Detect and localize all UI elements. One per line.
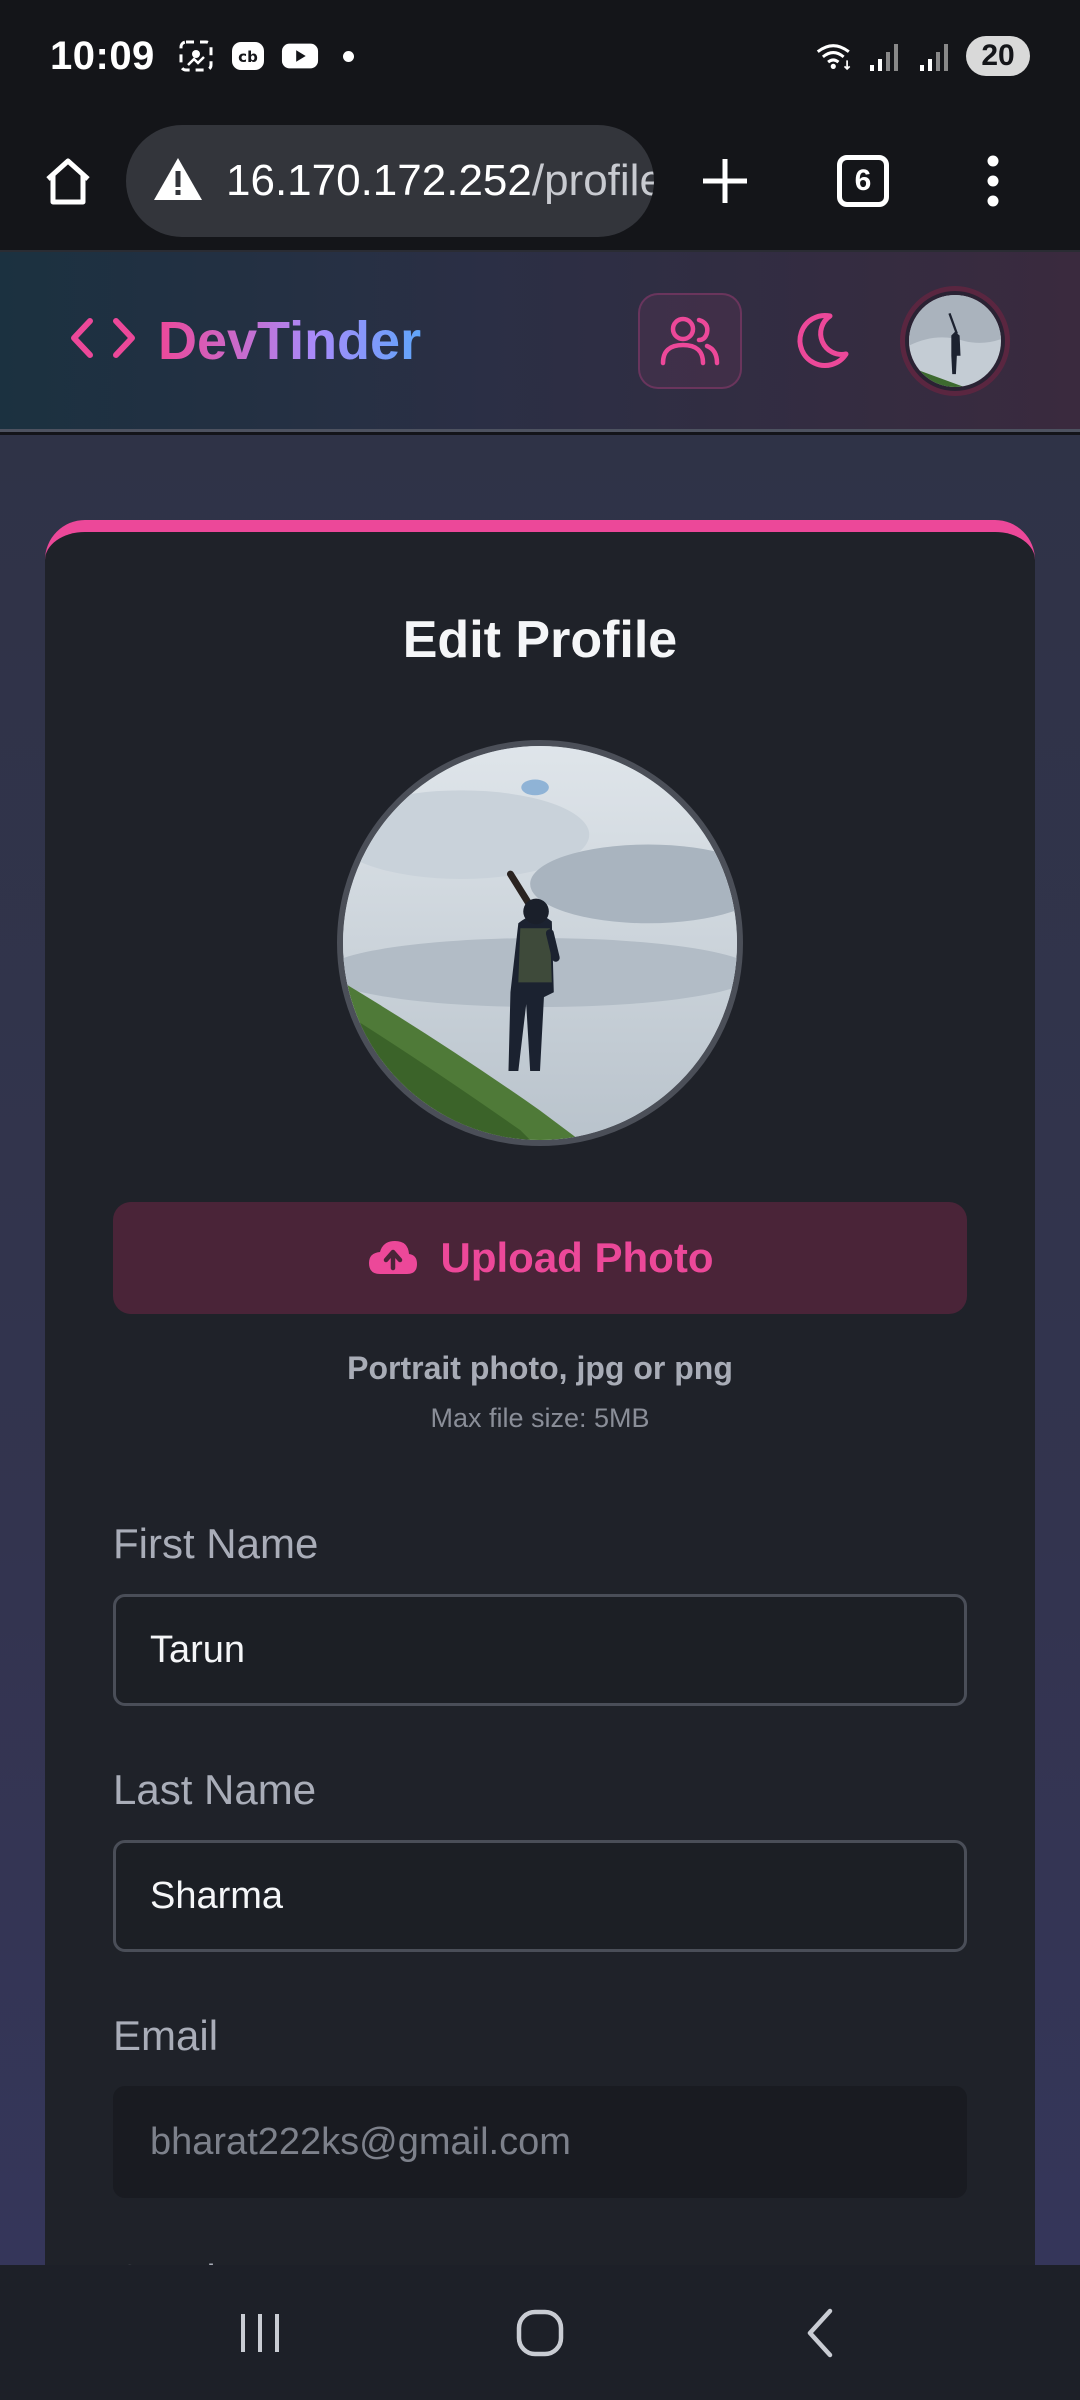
home-circle-icon [516, 2309, 564, 2356]
first-name-group: First Name Tarun [113, 1520, 967, 1706]
status-notification-icons: cb [177, 39, 354, 73]
youtube-icon [281, 39, 319, 73]
battery-indicator: 20 [966, 36, 1030, 76]
home-nav-button[interactable] [490, 2283, 590, 2383]
cloud-upload-icon [368, 1241, 417, 1274]
wifi-icon [816, 39, 854, 73]
last-name-input[interactable]: Sharma [113, 1840, 967, 1952]
email-group: Email bharat222ks@gmail.com [113, 2012, 967, 2198]
moon-icon [797, 312, 849, 368]
profile-photo-image [343, 746, 737, 1140]
signal-icon-2 [916, 39, 954, 73]
recent-apps-button[interactable] [210, 2283, 310, 2383]
url-path: /profile [531, 156, 654, 205]
svg-text:cb: cb [238, 48, 258, 66]
tab-count: 6 [837, 155, 889, 207]
users-icon [660, 316, 720, 365]
photo-hint: Portrait photo, jpg or png [347, 1350, 733, 1386]
brand-name: DevTinder [158, 310, 422, 371]
upload-photo-button[interactable]: Upload Photo [113, 1202, 967, 1314]
warning-icon[interactable] [152, 156, 204, 207]
address-bar[interactable]: 16.170.172.252/profile [126, 125, 654, 237]
photo-size-hint: Max file size: 5MB [430, 1403, 650, 1433]
page-title: Edit Profile [402, 611, 678, 669]
status-time: 10:09 [50, 33, 155, 78]
app-navbar: DevTinder [0, 252, 1080, 432]
system-navigation-bar [0, 2265, 1080, 2400]
notification-dot [342, 50, 354, 62]
tab-switcher-button[interactable]: 6 [818, 136, 908, 226]
back-button[interactable] [770, 2283, 870, 2383]
browser-menu-button[interactable] [948, 136, 1038, 226]
recents-icon [241, 2313, 279, 2352]
new-tab-button[interactable] [680, 136, 770, 226]
last-name-group: Last Name Sharma [113, 1766, 967, 1952]
email-label: Email [113, 2012, 219, 2059]
page-background: Edit Profile Upload Photo Portrait photo… [0, 435, 1080, 2303]
url-host: 16.170.172.252 [226, 156, 532, 205]
edit-profile-card: Edit Profile Upload Photo Portrait photo… [45, 520, 1035, 2303]
theme-toggle-button[interactable] [786, 306, 856, 376]
more-vert-icon [987, 155, 999, 207]
first-name-label: First Name [113, 1520, 319, 1567]
home-icon[interactable] [28, 141, 108, 221]
profile-photo [337, 740, 743, 1146]
screenshot-icon [177, 39, 215, 73]
url-text: 16.170.172.252/profile [226, 156, 654, 206]
status-bar: 10:09 cb 20 [0, 0, 1080, 112]
email-input: bharat222ks@gmail.com [113, 2086, 967, 2198]
cb-app-icon: cb [229, 39, 267, 73]
avatar-photo [909, 294, 1001, 387]
code-icon [70, 313, 136, 368]
last-name-label: Last Name [113, 1766, 317, 1813]
brand-logo[interactable]: DevTinder [70, 310, 421, 372]
browser-toolbar: 16.170.172.252/profile 6 [0, 112, 1080, 252]
upload-photo-label: Upload Photo [440, 1234, 714, 1281]
back-icon [807, 2308, 833, 2357]
connections-button[interactable] [638, 292, 742, 389]
plus-icon [703, 159, 747, 203]
signal-icon [866, 39, 904, 73]
first-name-input[interactable]: Tarun [113, 1594, 967, 1706]
user-avatar[interactable] [900, 285, 1010, 396]
